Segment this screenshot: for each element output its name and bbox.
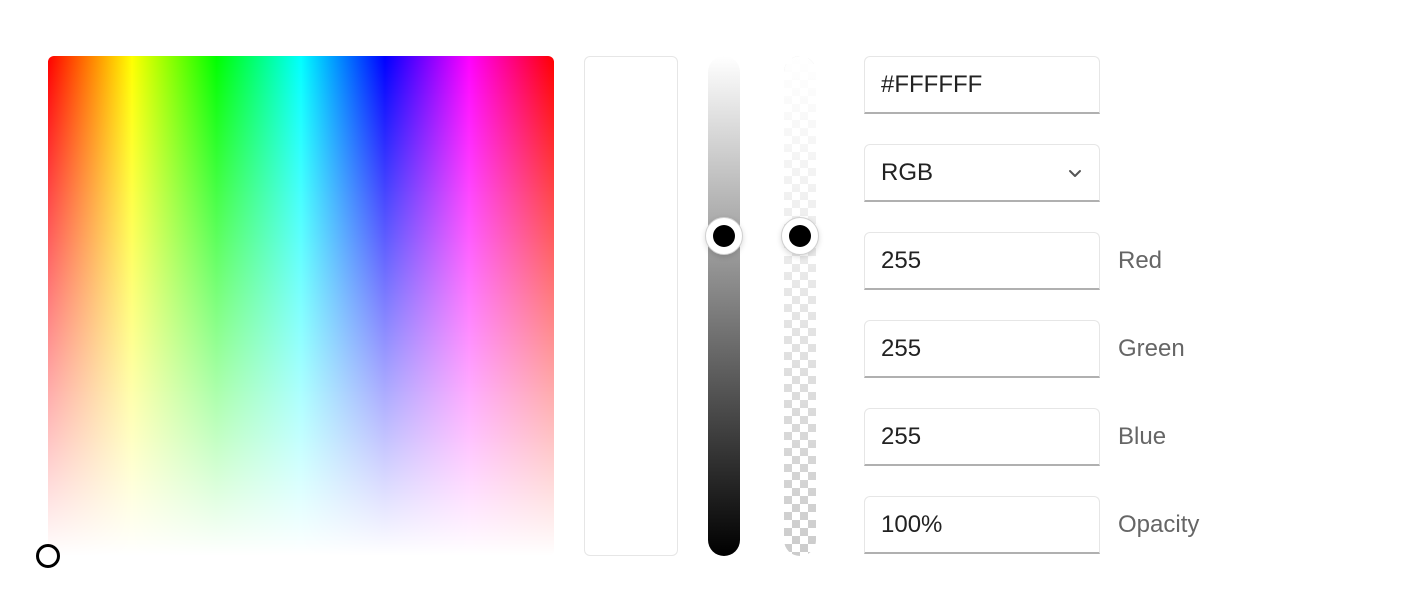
- blue-input[interactable]: [864, 408, 1100, 466]
- color-swatch-preview: [584, 56, 678, 556]
- color-picker: RGB Red Green Blue Opacity: [48, 56, 1199, 556]
- lightness-slider[interactable]: [708, 56, 740, 556]
- alpha-slider-handle[interactable]: [781, 217, 819, 255]
- colorspace-select-value: RGB: [881, 159, 933, 187]
- red-label: Red: [1118, 247, 1162, 275]
- colorspace-select[interactable]: RGB: [864, 144, 1100, 202]
- green-input[interactable]: [864, 320, 1100, 378]
- chevron-down-icon: [1067, 165, 1083, 181]
- color-area-handle[interactable]: [36, 544, 60, 568]
- lightness-slider-handle[interactable]: [705, 217, 743, 255]
- green-label: Green: [1118, 335, 1185, 363]
- red-input[interactable]: [864, 232, 1100, 290]
- hex-input[interactable]: [864, 56, 1100, 114]
- opacity-input[interactable]: [864, 496, 1100, 554]
- color-form: RGB Red Green Blue Opacity: [864, 56, 1199, 554]
- blue-label: Blue: [1118, 423, 1166, 451]
- color-area[interactable]: [48, 56, 554, 556]
- sliders: [708, 56, 816, 556]
- alpha-slider[interactable]: [784, 56, 816, 556]
- opacity-label: Opacity: [1118, 511, 1199, 539]
